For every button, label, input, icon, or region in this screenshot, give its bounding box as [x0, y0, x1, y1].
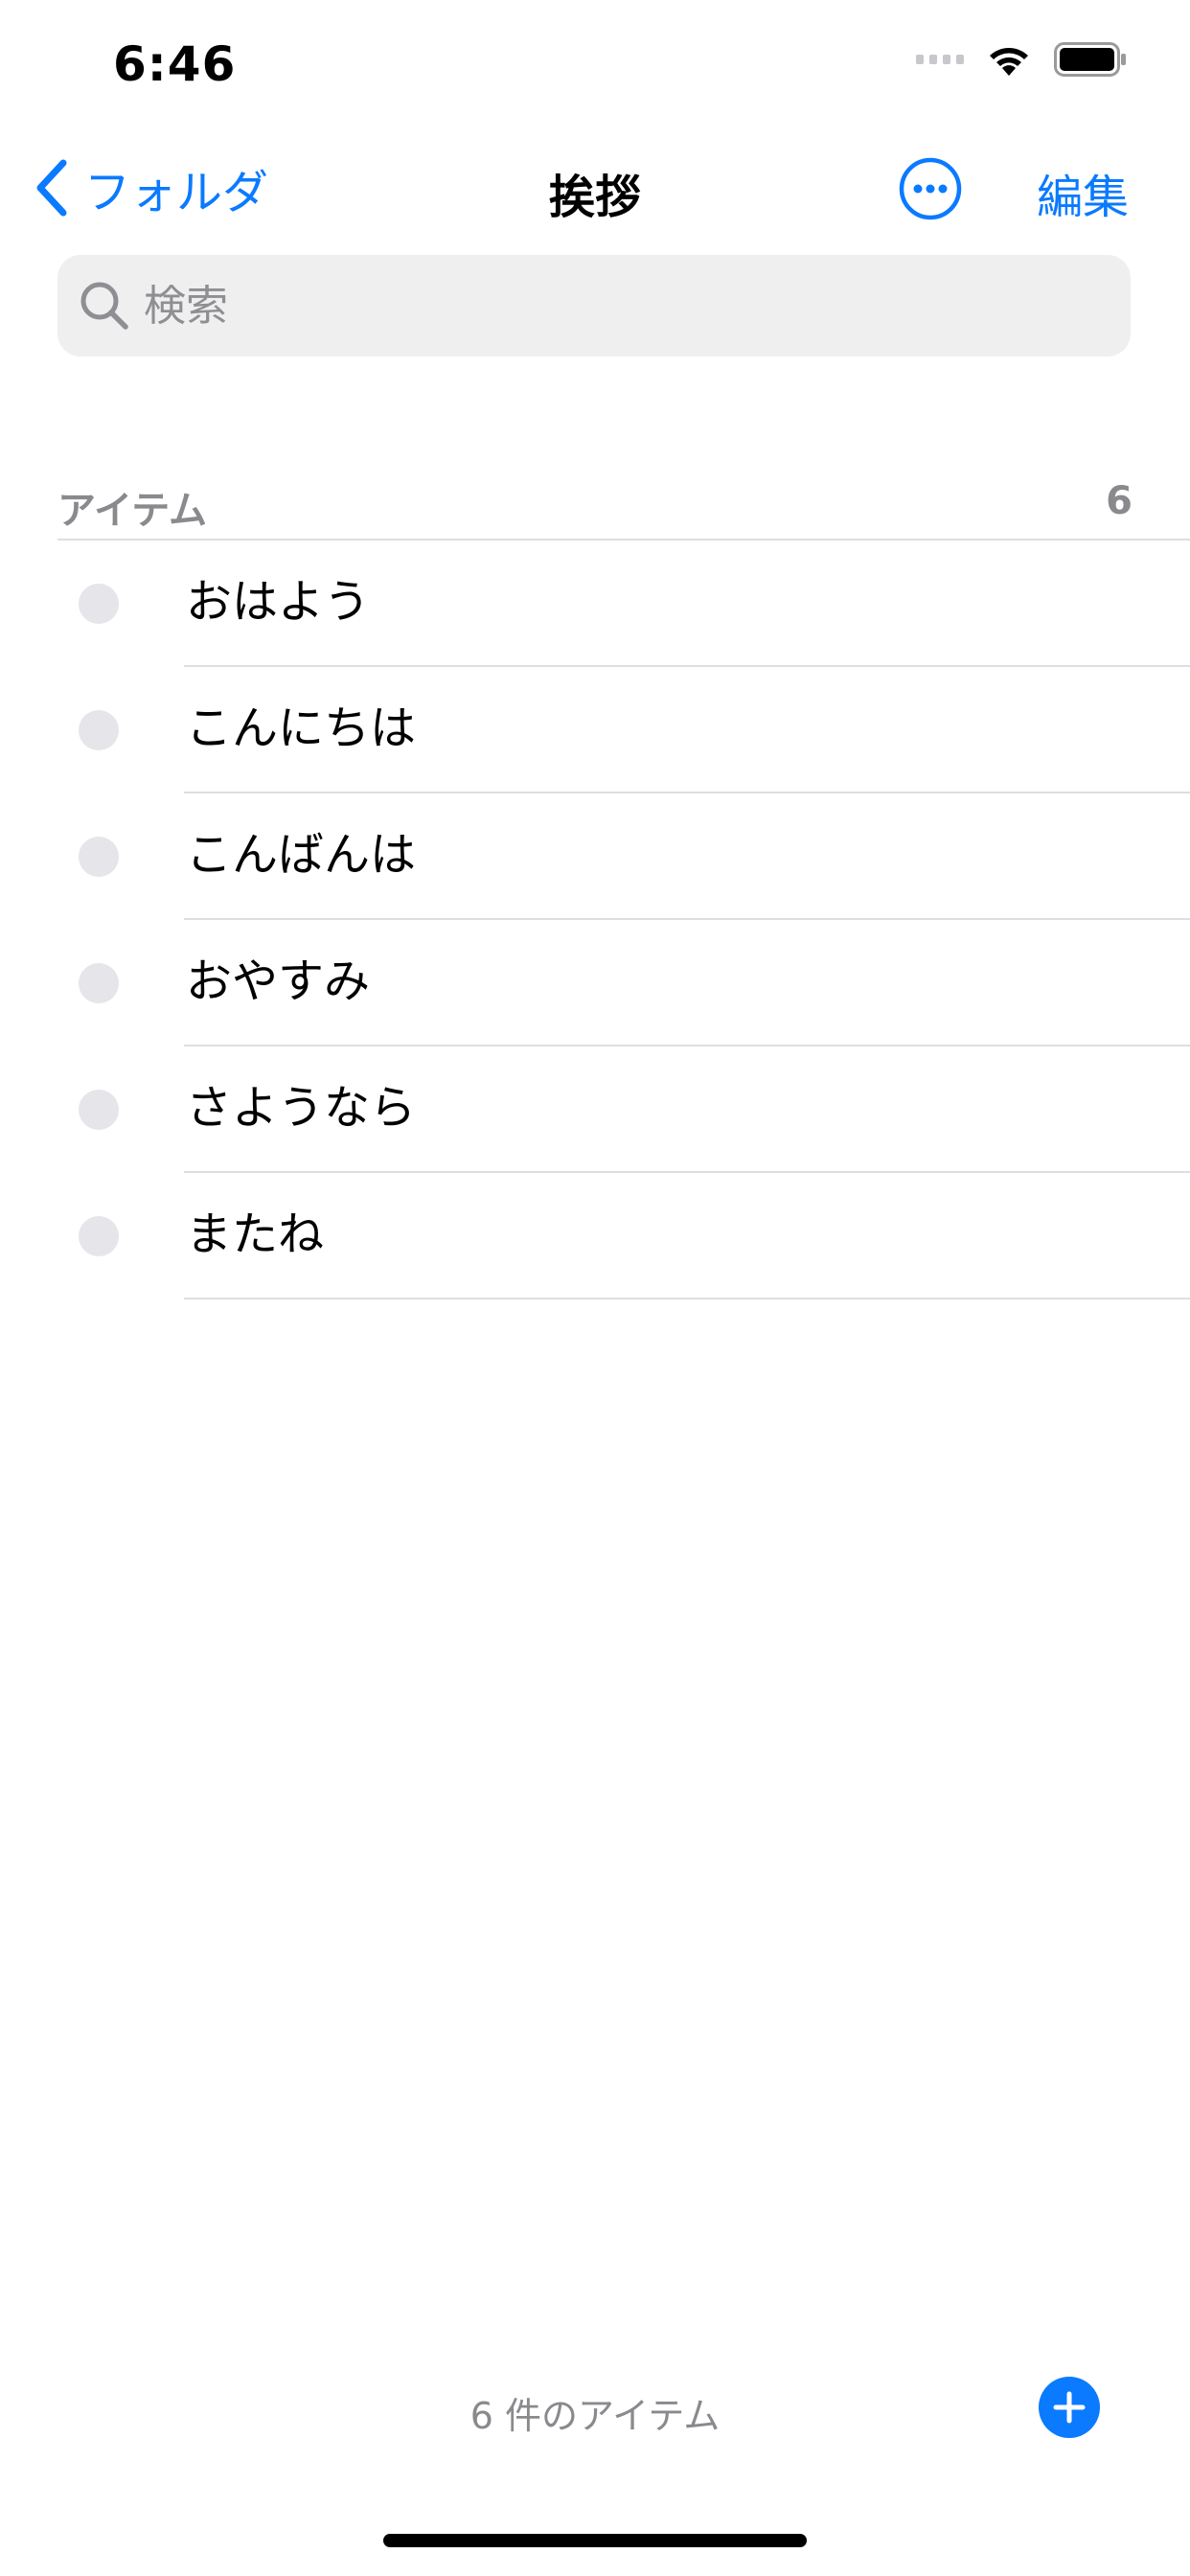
list-item[interactable]: おはよう: [0, 540, 1190, 667]
search-icon: [80, 282, 128, 330]
checkbox[interactable]: [79, 963, 119, 1003]
list-item[interactable]: おやすみ: [0, 920, 1190, 1046]
plus-icon[interactable]: [1039, 2377, 1100, 2438]
list-item[interactable]: またね: [0, 1173, 1190, 1300]
battery-icon: [1054, 42, 1126, 77]
checkbox[interactable]: [79, 837, 119, 877]
checkbox[interactable]: [79, 710, 119, 750]
row-divider: [184, 1298, 1190, 1300]
item-label: こんにちは: [186, 702, 417, 755]
section-count: 6: [1106, 479, 1133, 523]
edit-button[interactable]: 編集: [1037, 159, 1129, 226]
list-item[interactable]: こんばんは: [0, 794, 1190, 920]
search-input[interactable]: [142, 280, 1008, 332]
status-time: 6:46: [113, 36, 237, 92]
cellular-icon: [916, 55, 964, 64]
item-label: おはよう: [186, 575, 371, 629]
checkbox[interactable]: [79, 1216, 119, 1256]
list-item[interactable]: さようなら: [0, 1046, 1190, 1173]
page-title: 挨拶: [548, 171, 641, 224]
item-list: おはよう こんにちは こんばんは おやすみ さようなら またね: [0, 540, 1190, 1300]
section-header: アイテム: [57, 489, 207, 533]
item-label: こんばんは: [186, 828, 417, 882]
checkbox[interactable]: [79, 584, 119, 624]
home-indicator: [383, 2534, 807, 2547]
item-label: おやすみ: [186, 954, 371, 1008]
search-bar[interactable]: [57, 255, 1131, 356]
more-icon[interactable]: [899, 157, 962, 220]
checkbox[interactable]: [79, 1090, 119, 1130]
wifi-icon: [990, 48, 1028, 76]
item-label: さようなら: [186, 1081, 417, 1135]
status-icons: [916, 40, 1127, 79]
list-item[interactable]: こんにちは: [0, 667, 1190, 794]
item-count-footer: 6 件のアイテム: [469, 2395, 721, 2437]
item-label: またね: [186, 1208, 325, 1261]
